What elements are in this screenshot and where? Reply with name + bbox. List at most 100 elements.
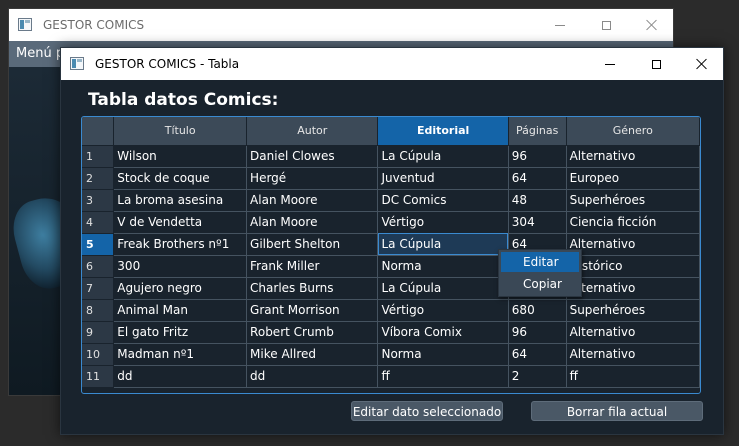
table-row[interactable]: 9 El gato Fritz Robert Crumb Víbora Comix 96… [82,321,700,344]
row-number[interactable]: 11 [82,365,115,388]
table-cell-titulo[interactable]: La broma asesina [113,189,248,212]
select-all-corner[interactable] [82,117,115,146]
row-number[interactable]: 7 [82,277,115,300]
table-row[interactable]: 5 Freak Brothers nº1 Gilbert Shelton La Cúp… [82,233,700,256]
table-cell-paginas[interactable]: 48 [508,189,567,212]
maximize-icon [651,59,661,69]
table-cell-editorial[interactable]: La Cúpula [377,145,509,168]
table-row[interactable]: 7Agujero negroCharles BurnsLa Cúpula625A… [82,277,700,300]
table-cell-editorial[interactable]: Vértigo [377,299,509,322]
table-row[interactable]: 3 La broma asesina Alan Moore DC Comics 48 Su… [82,189,700,212]
column-header[interactable]: Páginas [508,117,567,146]
row-number[interactable]: 2 [82,167,115,190]
table-cell-titulo[interactable]: Agujero negro [113,277,248,300]
table-cell-editorial[interactable]: Vértigo [377,211,509,234]
table-cell-autor[interactable]: Hergé [246,167,379,190]
table-row[interactable]: 8 Animal Man Grant Morrison Vértigo 680 Super… [82,299,700,322]
table-cell-paginas[interactable]: 64 [508,167,567,190]
table-cell-editorial[interactable]: La Cúpula [377,277,509,300]
table-cell-editorial[interactable]: Víbora Comix [377,321,509,344]
row-number[interactable]: 10 [82,343,115,366]
table-cell-autor[interactable]: Grant Morrison [246,299,379,322]
column-header[interactable]: Género [566,117,700,146]
table-cell-autor[interactable]: Alan Moore [246,189,379,212]
table-row[interactable]: 4V de Vendetta Alan Moore Vértigo 304 Cienci… [82,211,700,234]
minimize-button[interactable] [537,9,583,41]
table-row[interactable]: 11 dd dd ff 2 ff [82,365,700,388]
table-window-titlebar[interactable]: GESTOR COMICS - Tabla [61,48,723,80]
row-number[interactable]: 8 [82,299,115,322]
maximize-button[interactable] [633,48,679,80]
table-cell-genero[interactable]: Histórico [566,255,700,278]
table-cell-genero[interactable]: Europeo [566,167,700,190]
table-row[interactable]: 1 Wilson Daniel Clowes La Cúpula 96 Alternati… [82,145,700,168]
table-row[interactable]: 10 Madman nº1 Mike Allred Norma 64 Alternativ… [82,343,700,366]
row-number[interactable]: 6 [82,255,115,278]
table-cell-genero[interactable]: Alternativo [566,233,700,256]
table-cell-titulo[interactable]: Animal Man [113,299,248,322]
table-cell-paginas[interactable]: 680 [508,299,567,322]
row-number[interactable]: 4 [82,211,115,234]
main-window-titlebar[interactable]: GESTOR COMICS [9,9,673,41]
maximize-button[interactable] [583,9,629,41]
table-cell-genero[interactable]: Alternativo [566,145,700,168]
table-cell-genero[interactable]: Alternativo [566,321,700,344]
close-button[interactable] [679,48,725,80]
table-cell-autor[interactable]: Robert Crumb [246,321,379,344]
table-cell-titulo[interactable]: Wilson [113,145,248,168]
page-title: Tabla datos Comics: [88,90,279,110]
row-number[interactable]: 1 [82,145,115,168]
table-cell-paginas[interactable]: 64 [508,343,567,366]
column-header[interactable]: Editorial [377,117,509,146]
table-cell-editorial[interactable]: DC Comics [377,189,509,212]
delete-row-button[interactable]: Borrar fila actual [531,401,703,421]
table-cell-titulo[interactable]: dd [113,365,248,388]
table-cell-genero[interactable]: Superhéroes [566,299,700,322]
table-cell-editorial[interactable]: La Cúpula [377,233,509,256]
table-cell-genero[interactable]: ff [566,365,700,388]
context-menu-item-copiar[interactable]: Copiar [501,274,579,294]
table-cell-autor[interactable]: Gilbert Shelton [246,233,379,256]
table-cell-genero[interactable]: Ciencia ficción [566,211,700,234]
table-row[interactable]: 2 Stock de coque Hergé Juventud 64 Europeo [82,167,700,190]
table-row[interactable]: 6300Frank MillerNorma96Histórico [82,255,700,278]
comics-table: Título Autor Editorial Páginas Género 1 Wilso… [81,116,701,394]
row-number[interactable]: 5 [82,233,115,256]
column-header[interactable]: Autor [246,117,379,146]
table-cell-genero[interactable]: Superhéroes [566,189,700,212]
table-cell-autor[interactable]: dd [246,365,379,388]
table-cell-paginas[interactable]: 304 [508,211,567,234]
table-cell-autor[interactable]: Frank Miller [246,255,379,278]
table-cell-genero[interactable]: Alternativo [566,343,700,366]
table-cell-editorial[interactable]: Norma [377,255,509,278]
close-icon [646,19,658,31]
table-cell-titulo[interactable]: Madman nº1 [113,343,248,366]
table-cell-paginas[interactable]: 2 [508,365,567,388]
table-cell-titulo[interactable]: 300 [113,255,248,278]
table-window: GESTOR COMICS - Tabla Tabla datos Comics… [60,47,724,435]
minimize-icon [605,63,615,65]
minimize-button[interactable] [587,48,633,80]
table-cell-titulo[interactable]: El gato Fritz [113,321,248,344]
table-cell-autor[interactable]: Charles Burns [246,277,379,300]
table-cell-titulo[interactable]: Freak Brothers nº1 [113,233,248,256]
table-window-title: GESTOR COMICS - Tabla [95,57,240,71]
edit-selected-button[interactable]: Editar dato seleccionado [351,401,503,421]
table-cell-editorial[interactable]: Norma [377,343,509,366]
table-cell-editorial[interactable]: ff [377,365,509,388]
table-cell-autor[interactable]: Alan Moore [246,211,379,234]
table-cell-titulo[interactable]: V de Vendetta [113,211,248,234]
table-cell-paginas[interactable]: 96 [508,145,567,168]
table-cell-titulo[interactable]: Stock de coque [113,167,248,190]
table-cell-autor[interactable]: Daniel Clowes [246,145,379,168]
table-cell-autor[interactable]: Mike Allred [246,343,379,366]
table-cell-paginas[interactable]: 96 [508,321,567,344]
row-number[interactable]: 9 [82,321,115,344]
row-number[interactable]: 3 [82,189,115,212]
table-cell-editorial[interactable]: Juventud [377,167,509,190]
menu-item[interactable]: Menú p [16,41,64,67]
close-button[interactable] [629,9,675,41]
context-menu-item-editar[interactable]: Editar [501,252,579,272]
table-cell-genero[interactable]: Alternativo [566,277,700,300]
column-header[interactable]: Título [113,117,248,146]
